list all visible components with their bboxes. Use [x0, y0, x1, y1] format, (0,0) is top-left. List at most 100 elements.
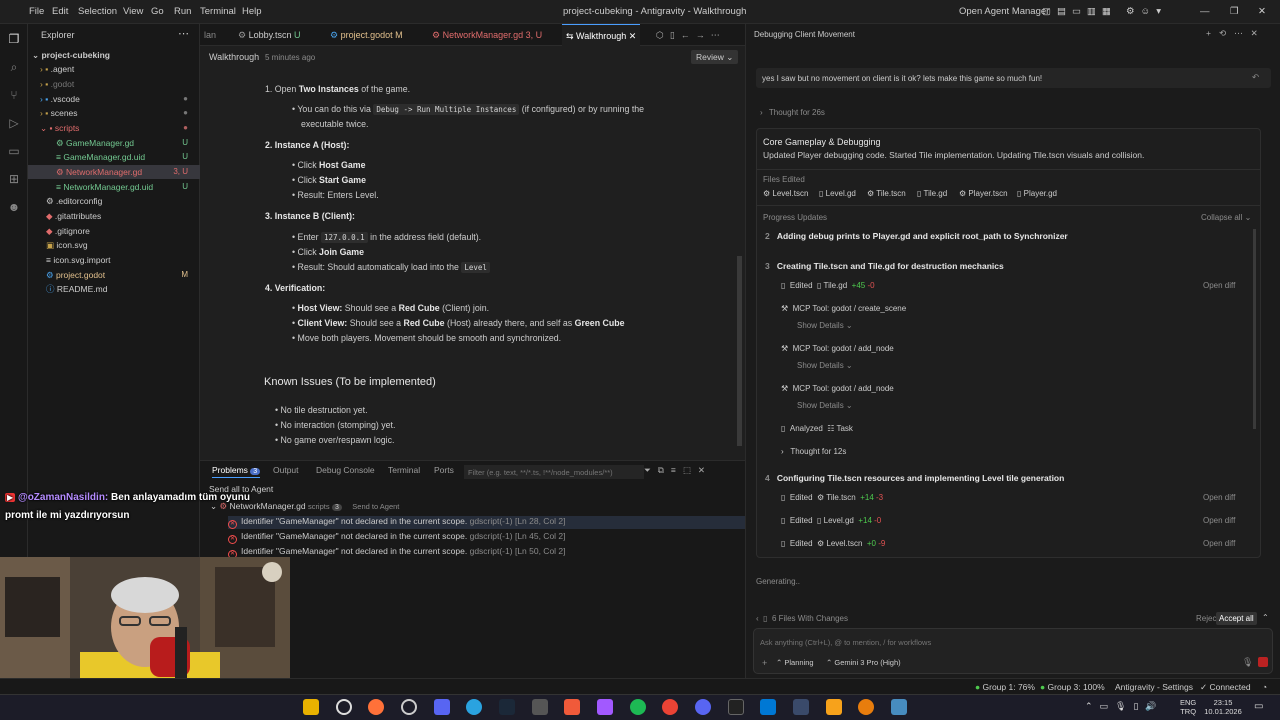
app-icon[interactable]	[564, 699, 580, 715]
keyboard-language[interactable]: ENG TRQ	[1180, 698, 1196, 716]
tree-file[interactable]: ⓘ README.md	[28, 282, 200, 296]
connected-status[interactable]: ✓ Connected	[1200, 679, 1251, 695]
file-explorer-icon[interactable]	[303, 699, 319, 715]
tab-terminal[interactable]: Terminal	[388, 465, 420, 475]
menu-terminal[interactable]: Terminal	[200, 0, 236, 24]
problem-row[interactable]: ✕ Identifier "GameManager" not declared i…	[228, 516, 745, 529]
tree-file[interactable]: ⚙ .editorconfig	[28, 194, 200, 208]
tree-file[interactable]: ≡ GameManager.gd.uid U	[28, 150, 200, 164]
tree-file[interactable]: ⚙ project.godot M	[28, 268, 200, 282]
planning-mode-select[interactable]: ⌃ Planning	[776, 658, 814, 667]
clock[interactable]: 23:15 10.01.2026	[1204, 698, 1242, 716]
menu-help[interactable]: Help	[242, 0, 262, 24]
godot-taskbar-icon[interactable]	[891, 699, 907, 715]
edited-row[interactable]: ▯ Edited ⚙ Tile.tscn +14 -3	[781, 493, 883, 502]
menu-file[interactable]: File	[29, 0, 44, 24]
clock-app-icon[interactable]	[336, 699, 352, 715]
antigravity-icon[interactable]	[793, 699, 809, 715]
tree-file[interactable]: ▣ icon.svg	[28, 238, 200, 252]
tree-folder[interactable]: › ▪ .agent	[28, 62, 200, 76]
terminal-icon[interactable]	[728, 699, 744, 715]
remote-icon[interactable]: ▭	[5, 142, 23, 160]
tree-file[interactable]: ≡ icon.svg.import	[28, 253, 200, 267]
tree-folder[interactable]: › ▪ .godot	[28, 77, 200, 91]
accept-all-button[interactable]: Accept all	[1216, 612, 1257, 625]
tree-folder[interactable]: › ▪ scenes ●	[28, 106, 200, 120]
files-icon[interactable]: ❐	[5, 30, 23, 48]
tray-icons[interactable]: ⌃▭🎙▯🔊	[1085, 701, 1164, 712]
firefox-icon[interactable]	[368, 699, 384, 715]
menu-edit[interactable]: Edit	[52, 0, 68, 24]
chrome-icon[interactable]	[662, 699, 678, 715]
tree-file[interactable]: ◆ .gitattributes	[28, 209, 200, 223]
review-button[interactable]: Review ⌄	[691, 50, 739, 64]
thought-row[interactable]: › Thought for 12s	[781, 447, 846, 456]
tree-file[interactable]: ⚙ GameManager.gd U	[28, 136, 200, 150]
chevron-up-icon[interactable]: ⌃	[1262, 613, 1269, 622]
tree-file[interactable]: ◆ .gitignore	[28, 224, 200, 238]
editor-scrollbar[interactable]	[737, 256, 742, 446]
thought-toggle[interactable]: › Thought for 26s	[760, 108, 825, 117]
file-chip[interactable]: ▯ Tile.gd	[917, 189, 947, 198]
tab-lobby[interactable]: ⚙ Lobby.tscn U	[234, 24, 304, 46]
file-chip[interactable]: ⚙ Level.tscn	[763, 189, 808, 198]
tab-output[interactable]: Output	[273, 465, 299, 475]
collapse-all-button[interactable]: Collapse all ⌄	[1201, 213, 1251, 222]
minimize-icon[interactable]: —	[1200, 0, 1210, 24]
menu-view[interactable]: View	[123, 0, 143, 24]
settings-status[interactable]: Antigravity - Settings	[1115, 679, 1193, 695]
layout-icons[interactable]: ▢▤▭▥▦	[1042, 0, 1117, 24]
close-window-icon[interactable]: ✕	[1258, 0, 1266, 24]
tree-file[interactable]: ≡ NetworkManager.gd.uid U	[28, 180, 200, 194]
open-agent-manager-button[interactable]: Open Agent Manager	[959, 0, 1049, 24]
blender-icon[interactable]	[858, 699, 874, 715]
edited-row[interactable]: ▯ Edited ▯ Tile.gd +45 -0	[781, 281, 875, 290]
edited-row[interactable]: ▯ Edited ⚙ Level.tscn +0 -9	[781, 539, 885, 548]
figma-icon[interactable]	[597, 699, 613, 715]
chat-input[interactable]	[760, 635, 1250, 649]
file-chip[interactable]: ⚙ Tile.tscn	[867, 189, 906, 198]
tab-problems[interactable]: Problems 3	[212, 465, 261, 478]
bell-icon[interactable]: ◔	[1262, 679, 1267, 695]
menu-selection[interactable]: Selection	[78, 0, 117, 24]
show-details-button[interactable]: Show Details ⌄	[797, 401, 853, 410]
app-icon[interactable]	[466, 699, 482, 715]
open-diff-button[interactable]: Open diff	[1203, 281, 1235, 290]
stop-icon[interactable]	[1258, 657, 1268, 667]
group1-status[interactable]: ● Group 1: 76%	[975, 679, 1035, 695]
panel-actions-icons[interactable]: ⏷⧉≡⬚✕	[644, 465, 712, 476]
app-icon[interactable]	[532, 699, 548, 715]
show-details-button[interactable]: Show Details ⌄	[797, 361, 853, 370]
search-icon[interactable]: ⌕	[5, 58, 23, 76]
open-diff-button[interactable]: Open diff	[1203, 539, 1235, 548]
app-icon[interactable]	[826, 699, 842, 715]
tree-file-selected[interactable]: ⚙ NetworkManager.gd 3, U	[28, 165, 200, 179]
add-icon[interactable]: +	[762, 658, 767, 668]
notification-icon[interactable]: ▭	[1254, 701, 1263, 712]
more-icon[interactable]: ⋯	[178, 27, 189, 40]
edited-row[interactable]: ▯ Edited ▯ Level.gd +14 -0	[781, 516, 881, 525]
group3-status[interactable]: ● Group 3: 100%	[1040, 679, 1105, 695]
steam-icon[interactable]	[499, 699, 515, 715]
open-diff-button[interactable]: Open diff	[1203, 516, 1235, 525]
account-icons[interactable]: ⚙☺▾	[1126, 0, 1167, 24]
file-chip[interactable]: ▯ Player.gd	[1017, 189, 1057, 198]
maximize-icon[interactable]: ❐	[1230, 0, 1239, 24]
tab-walkthrough[interactable]: ⇆ Walkthrough ✕	[562, 24, 641, 46]
extensions-icon[interactable]: ⊞	[5, 170, 23, 188]
problems-filter-input[interactable]	[464, 465, 644, 479]
app-icon[interactable]	[434, 699, 450, 715]
tab-project-godot[interactable]: ⚙ project.godot M	[326, 24, 407, 46]
files-changes-toggle[interactable]: ‹ ▯ 6 Files With Changes	[756, 614, 848, 623]
file-chip[interactable]: ▯ Level.gd	[819, 189, 856, 198]
menu-run[interactable]: Run	[174, 0, 191, 24]
model-select[interactable]: ⌃ Gemini 3 Pro (High)	[826, 658, 901, 667]
microphone-icon[interactable]: 🎙	[1242, 657, 1253, 668]
agent-panel-actions-icons[interactable]: +⟲⋯✕	[1206, 28, 1266, 39]
vscode-icon[interactable]	[760, 699, 776, 715]
tab-actions-icons[interactable]: ⬡▯←→⋯	[652, 24, 730, 46]
tree-root[interactable]: ⌄ project-cubeking	[28, 48, 200, 62]
spotify-icon[interactable]	[630, 699, 646, 715]
source-control-icon[interactable]: ⑂	[5, 86, 23, 104]
run-debug-icon[interactable]: ▷	[5, 114, 23, 132]
